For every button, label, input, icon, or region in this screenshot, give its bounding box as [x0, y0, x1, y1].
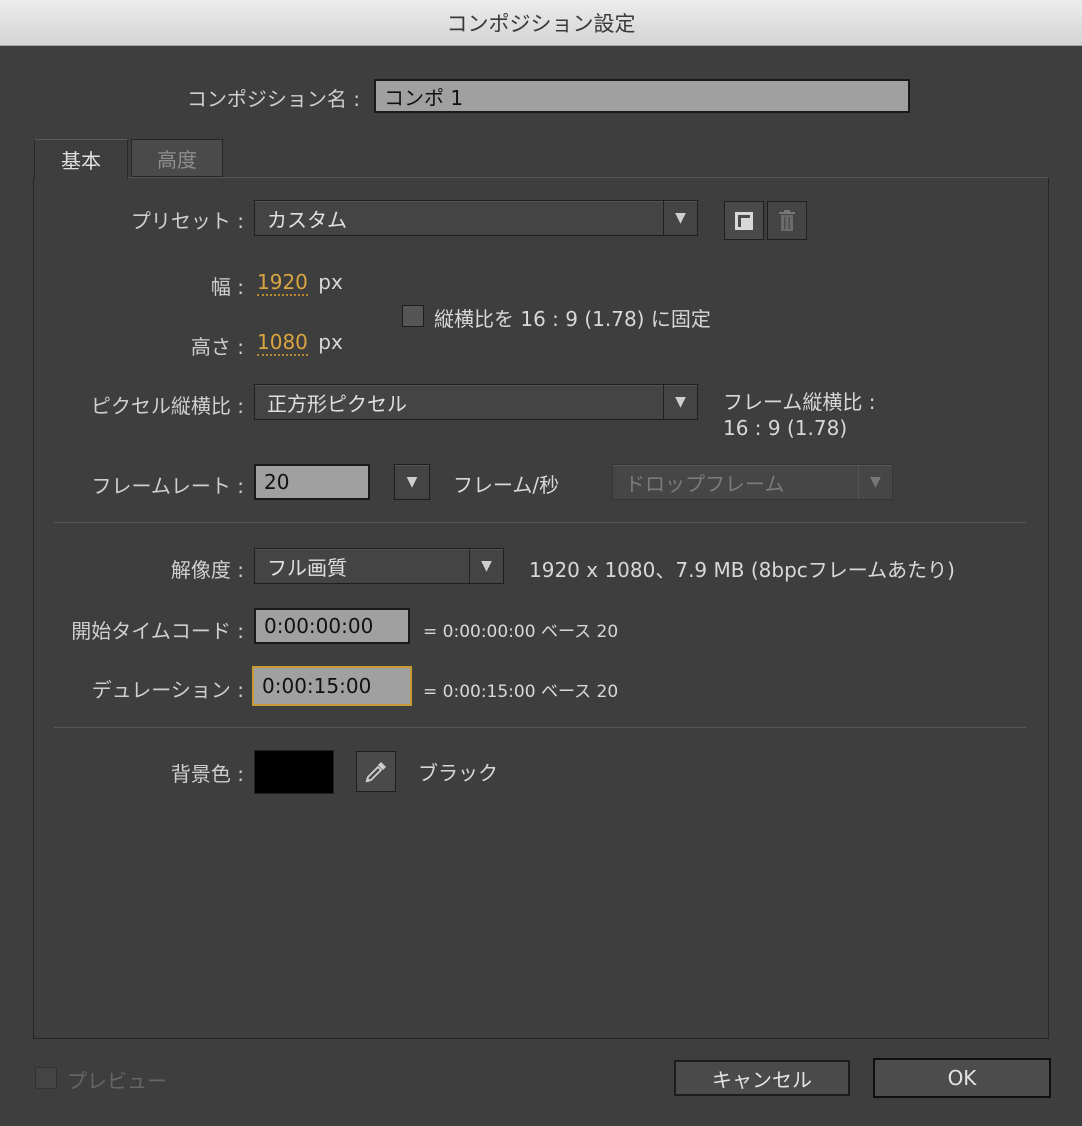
height-unit: px — [318, 330, 343, 354]
duration-label: デュレーション : — [91, 678, 244, 702]
width-label: 幅 : — [210, 275, 244, 299]
ok-button-label: OK — [947, 1066, 977, 1090]
resolution-dropdown[interactable]: フル画質 ▼ — [254, 548, 504, 584]
chevron-down-icon: ▼ — [663, 201, 697, 235]
frame-rate-unit: フレーム/秒 — [453, 473, 560, 497]
drop-frame-dropdown: ドロップフレーム ▼ — [612, 464, 893, 500]
chevron-down-icon: ▼ — [406, 474, 418, 490]
frame-rate-value: 20 — [264, 470, 290, 494]
frame-aspect-value: 16 : 9 (1.78) — [723, 416, 848, 440]
duration-info: = 0:00:15:00 ベース 20 — [423, 682, 619, 702]
start-timecode-value: 0:00:00:00 — [264, 614, 374, 638]
resolution-value: フル画質 — [267, 555, 347, 580]
pixel-aspect-label: ピクセル縦横比 : — [90, 394, 244, 418]
trash-icon — [779, 209, 795, 231]
tab-basic-label: 基本 — [61, 149, 101, 173]
frame-aspect-label: フレーム縦横比 : — [723, 390, 876, 414]
frame-rate-dropdown[interactable]: ▼ — [394, 464, 430, 500]
height-label: 高さ : — [190, 335, 244, 359]
tab-advanced[interactable]: 高度 — [131, 139, 223, 177]
frame-rate-input[interactable]: 20 — [254, 464, 370, 500]
preset-label: プリセット : — [130, 209, 244, 233]
window-title: コンポジション設定 — [446, 11, 636, 36]
start-timecode-label: 開始タイムコード : — [71, 619, 244, 643]
start-timecode-info: = 0:00:00:00 ベース 20 — [423, 622, 619, 642]
height-field[interactable]: 1080 px — [257, 330, 343, 356]
background-color-swatch[interactable] — [254, 750, 334, 794]
window-title-bar: コンポジション設定 — [0, 0, 1082, 46]
width-field[interactable]: 1920 px — [257, 270, 343, 296]
comp-name-input[interactable]: コンポ 1 — [374, 79, 910, 113]
save-preset-icon — [735, 211, 753, 230]
delete-preset-button[interactable] — [767, 201, 807, 240]
duration-input[interactable]: 0:00:15:00 — [252, 666, 412, 706]
comp-name-value: コンポ 1 — [384, 85, 464, 110]
pixel-aspect-dropdown[interactable]: 正方形ピクセル ▼ — [254, 384, 698, 420]
drop-frame-value: ドロップフレーム — [625, 471, 785, 496]
start-timecode-input[interactable]: 0:00:00:00 — [254, 608, 410, 644]
resolution-label: 解像度 : — [170, 558, 244, 582]
chevron-down-icon: ▼ — [663, 385, 697, 419]
save-preset-button[interactable] — [724, 201, 764, 240]
frame-rate-label: フレームレート : — [91, 474, 245, 498]
tab-basic[interactable]: 基本 — [34, 139, 128, 179]
resolution-info: 1920 x 1080、7.9 MB (8bpcフレームあたり) — [529, 558, 955, 582]
preset-dropdown[interactable]: カスタム ▼ — [254, 200, 698, 236]
eyedropper-icon — [365, 761, 386, 783]
pixel-aspect-value: 正方形ピクセル — [267, 391, 407, 416]
comp-name-label: コンポジション名 : — [186, 87, 360, 111]
preview-label: プレビュー — [67, 1069, 167, 1093]
aspect-lock-checkbox[interactable] — [402, 305, 424, 327]
width-value[interactable]: 1920 — [257, 270, 308, 296]
tab-advanced-label: 高度 — [157, 147, 197, 172]
background-color-name: ブラック — [418, 761, 498, 785]
width-unit: px — [318, 270, 343, 294]
height-value[interactable]: 1080 — [257, 330, 308, 356]
eyedropper-button[interactable] — [356, 751, 396, 792]
aspect-lock-label: 縦横比を 16 : 9 (1.78) に固定 — [434, 307, 711, 331]
duration-value: 0:00:15:00 — [262, 674, 372, 698]
chevron-down-icon: ▼ — [469, 549, 503, 583]
cancel-button[interactable]: キャンセル — [674, 1060, 850, 1096]
preset-value: カスタム — [267, 207, 347, 232]
chevron-down-icon: ▼ — [858, 465, 892, 499]
separator — [54, 727, 1026, 728]
separator — [54, 522, 1026, 523]
preview-checkbox[interactable] — [35, 1067, 57, 1089]
cancel-button-label: キャンセル — [712, 1067, 812, 1092]
ok-button[interactable]: OK — [873, 1058, 1051, 1098]
background-color-label: 背景色 : — [170, 762, 244, 786]
